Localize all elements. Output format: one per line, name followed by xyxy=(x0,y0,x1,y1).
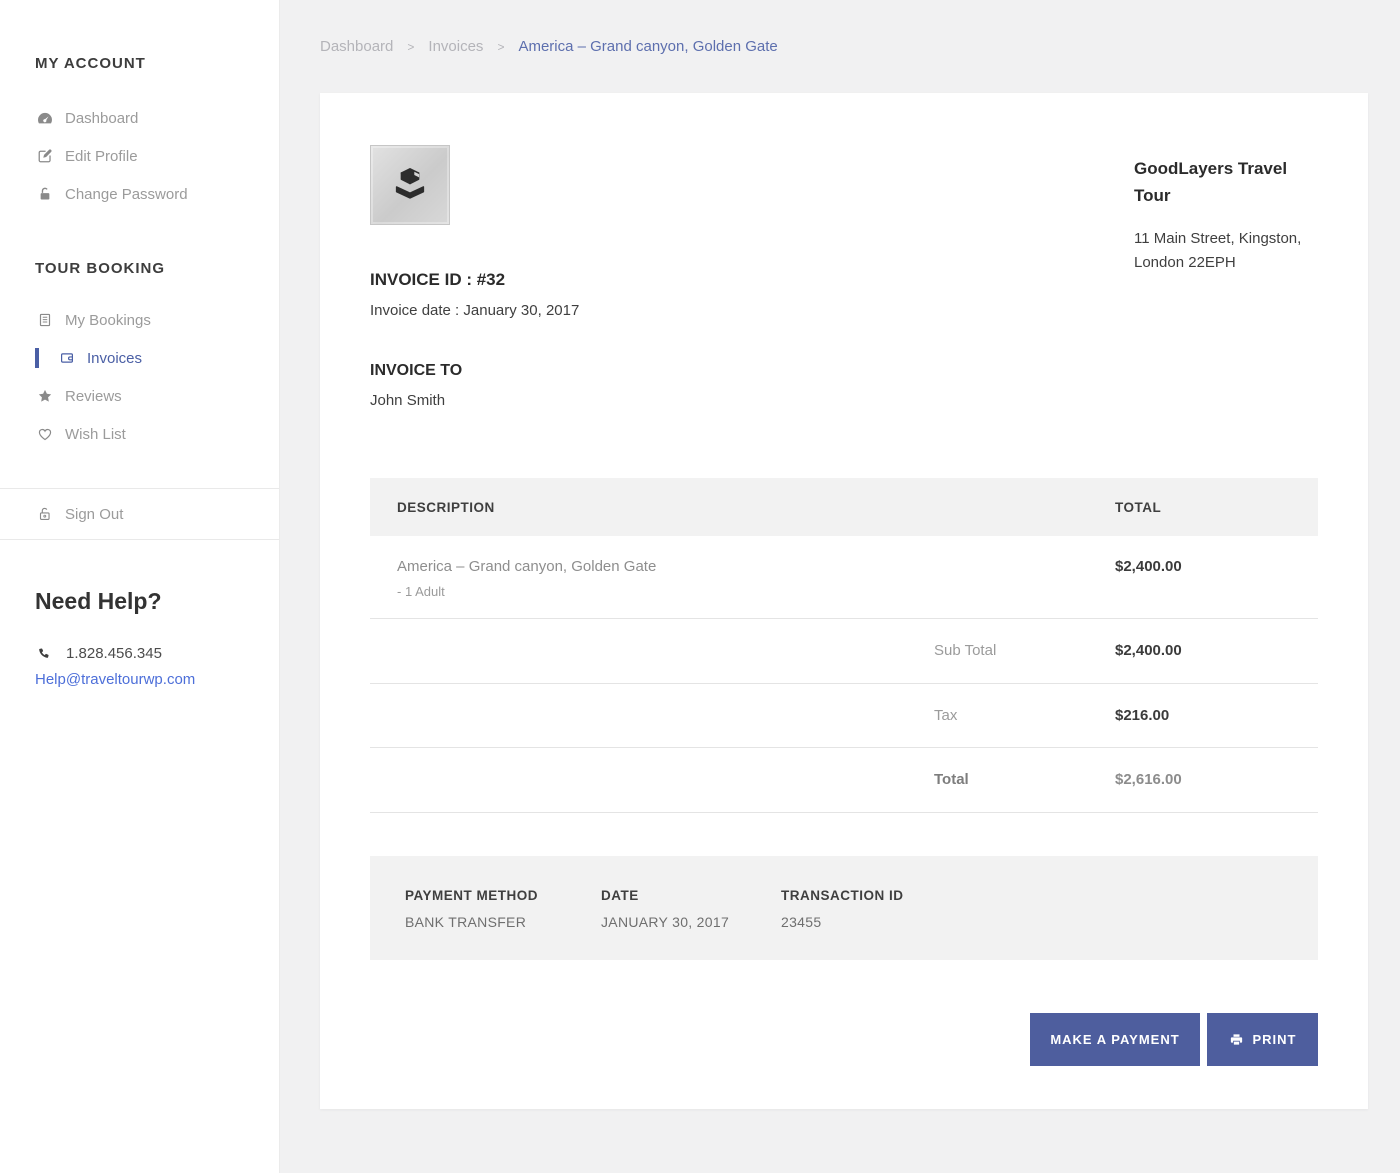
sidebar-item-label: Sign Out xyxy=(65,506,123,523)
sidebar-item-label: Dashboard xyxy=(65,110,138,127)
action-buttons: MAKE A PAYMENT PRINT xyxy=(370,1013,1318,1066)
printer-icon xyxy=(1229,1032,1244,1047)
sidebar-item-wish-list[interactable]: Wish List xyxy=(0,415,279,453)
invoice-to-label: INVOICE TO xyxy=(370,362,1318,380)
breadcrumb-current: America – Grand canyon, Golden Gate xyxy=(518,38,777,55)
summary-row-subtotal: Sub Total $2,400.00 xyxy=(370,619,1318,684)
invoice-card: GoodLayers Travel Tour 11 Main Street, K… xyxy=(320,93,1368,1109)
help-email-link[interactable]: Help@traveltourwp.com xyxy=(35,671,195,688)
transaction-id-column: TRANSACTION ID 23455 xyxy=(781,888,904,930)
unlock-icon xyxy=(35,505,54,523)
company-name: GoodLayers Travel Tour xyxy=(1134,155,1314,209)
summary-row-total: Total $2,616.00 xyxy=(370,748,1318,813)
sidebar-item-label: Change Password xyxy=(65,186,188,203)
sidebar-item-my-bookings[interactable]: My Bookings xyxy=(0,301,279,339)
table-header: DESCRIPTION TOTAL xyxy=(370,478,1318,536)
item-title: America – Grand canyon, Golden Gate xyxy=(397,558,1115,576)
sign-out-row: Sign Out xyxy=(0,489,279,540)
subtotal-label: Sub Total xyxy=(934,642,1115,659)
sidebar-item-edit-profile[interactable]: Edit Profile xyxy=(0,137,279,175)
breadcrumb-separator-icon: > xyxy=(497,40,504,54)
sidebar-item-label: Reviews xyxy=(65,388,122,405)
goodlayers-logo xyxy=(370,145,450,225)
breadcrumb: Dashboard > Invoices > America – Grand c… xyxy=(320,38,1368,55)
sidebar-nav-booking: My Bookings Invoices Reviews Wish List xyxy=(0,301,279,453)
payment-method-label: PAYMENT METHOD xyxy=(405,888,601,903)
print-label: PRINT xyxy=(1253,1032,1297,1047)
main-content: Dashboard > Invoices > America – Grand c… xyxy=(280,0,1400,1173)
payment-date-label: DATE xyxy=(601,888,781,903)
payment-info-panel: PAYMENT METHOD BANK TRANSFER DATE JANUAR… xyxy=(370,856,1318,960)
active-indicator-bar xyxy=(35,348,39,368)
invoice-date: Invoice date : January 30, 2017 xyxy=(370,302,1318,319)
app: MY ACCOUNT Dashboard Edit Profile Change… xyxy=(0,0,1400,1173)
summary-row-tax: Tax $216.00 xyxy=(370,684,1318,749)
need-help-section: Need Help? 1.828.456.345 Help@traveltour… xyxy=(35,588,279,689)
sidebar-item-label: Edit Profile xyxy=(65,148,138,165)
company-address: 11 Main Street, Kingston, London 22EPH xyxy=(1134,227,1314,275)
edit-icon xyxy=(35,147,54,165)
sidebar-item-sign-out[interactable]: Sign Out xyxy=(0,489,279,539)
total-value: $2,616.00 xyxy=(1115,771,1318,788)
column-header-description: DESCRIPTION xyxy=(370,500,1115,515)
subtotal-value: $2,400.00 xyxy=(1115,642,1318,659)
help-phone-number: 1.828.456.345 xyxy=(66,645,162,662)
invoice-table: DESCRIPTION TOTAL America – Grand canyon… xyxy=(370,478,1318,813)
tax-value: $216.00 xyxy=(1115,707,1318,724)
dashboard-icon xyxy=(35,109,54,127)
transaction-id-label: TRANSACTION ID xyxy=(781,888,904,903)
make-payment-button[interactable]: MAKE A PAYMENT xyxy=(1030,1013,1200,1066)
sidebar-item-invoices[interactable]: Invoices xyxy=(0,339,279,377)
sidebar-section-title-tour-booking: TOUR BOOKING xyxy=(35,260,279,277)
item-description-cell: America – Grand canyon, Golden Gate - 1 … xyxy=(370,558,1115,599)
sidebar-item-dashboard[interactable]: Dashboard xyxy=(0,99,279,137)
lock-icon xyxy=(35,185,54,203)
item-subtext: - 1 Adult xyxy=(397,584,1115,599)
tax-label: Tax xyxy=(934,707,1115,724)
sidebar-item-reviews[interactable]: Reviews xyxy=(0,377,279,415)
table-row: America – Grand canyon, Golden Gate - 1 … xyxy=(370,536,1318,619)
breadcrumb-dashboard[interactable]: Dashboard xyxy=(320,38,393,55)
payment-method-column: PAYMENT METHOD BANK TRANSFER xyxy=(405,888,601,930)
help-phone-row: 1.828.456.345 xyxy=(35,645,279,662)
invoice-meta: INVOICE ID : #32 Invoice date : January … xyxy=(370,270,1318,319)
sidebar-item-label: Invoices xyxy=(87,350,142,367)
invoice-to-name: John Smith xyxy=(370,392,1318,409)
item-total: $2,400.00 xyxy=(1115,558,1318,575)
total-label: Total xyxy=(934,771,1115,788)
need-help-title: Need Help? xyxy=(35,588,279,615)
invoice-to: INVOICE TO John Smith xyxy=(370,362,1318,409)
payment-date-value: JANUARY 30, 2017 xyxy=(601,914,781,930)
print-button[interactable]: PRINT xyxy=(1207,1013,1318,1066)
star-icon xyxy=(35,387,54,405)
company-info: GoodLayers Travel Tour 11 Main Street, K… xyxy=(1134,155,1314,275)
breadcrumb-invoices[interactable]: Invoices xyxy=(428,38,483,55)
phone-icon xyxy=(35,646,51,662)
make-payment-label: MAKE A PAYMENT xyxy=(1050,1032,1179,1047)
payment-date-column: DATE JANUARY 30, 2017 xyxy=(601,888,781,930)
sidebar-section-title-my-account: MY ACCOUNT xyxy=(35,55,279,72)
sidebar-item-label: My Bookings xyxy=(65,312,151,329)
transaction-id-value: 23455 xyxy=(781,914,904,930)
payment-method-value: BANK TRANSFER xyxy=(405,914,601,930)
sidebar: MY ACCOUNT Dashboard Edit Profile Change… xyxy=(0,0,280,1173)
sidebar-item-change-password[interactable]: Change Password xyxy=(0,175,279,213)
bookings-icon xyxy=(35,311,54,329)
breadcrumb-separator-icon: > xyxy=(407,40,414,54)
column-header-total: TOTAL xyxy=(1115,500,1318,515)
heart-icon xyxy=(35,425,54,443)
sidebar-item-label: Wish List xyxy=(65,426,126,443)
wallet-icon xyxy=(57,349,76,367)
sidebar-nav-account: Dashboard Edit Profile Change Password xyxy=(0,99,279,213)
